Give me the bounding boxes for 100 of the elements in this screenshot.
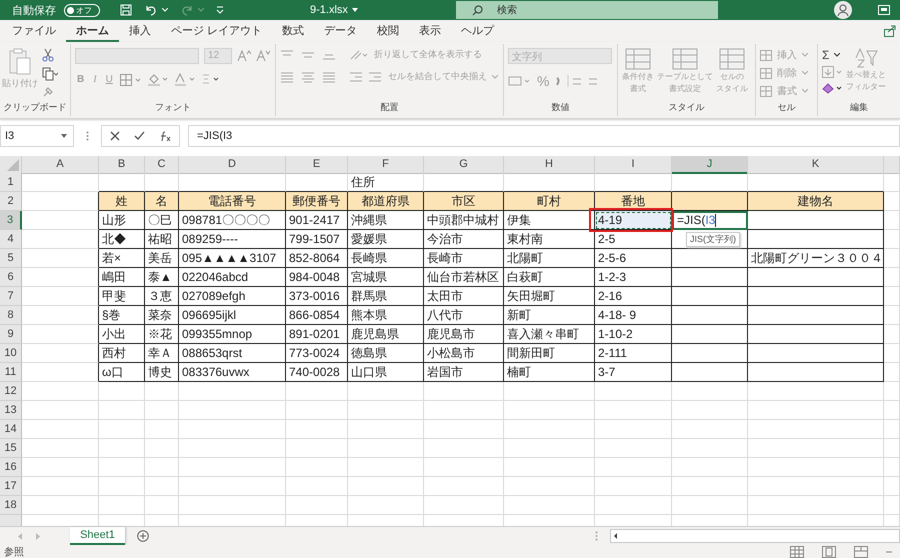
formula-field[interactable]: =JIS(I3 [188,125,900,147]
save-icon[interactable] [120,4,132,16]
table-cell: 博史 [145,363,179,382]
column-header[interactable]: E [286,156,348,174]
row-header[interactable]: 15 [0,439,22,458]
row-header[interactable]: 10 [0,344,22,363]
name-box[interactable]: I3 [0,125,74,147]
column-header[interactable] [884,156,900,174]
grid-cell[interactable] [748,363,884,382]
page-layout-icon[interactable] [822,546,836,558]
menu-tab[interactable]: ファイル [2,20,66,42]
menu-tab[interactable]: ヘルプ [451,20,504,42]
grid-cell[interactable] [22,306,99,325]
row-header[interactable]: 1 [0,173,22,192]
redo-icon[interactable] [180,4,194,16]
grid-cell[interactable] [748,287,884,306]
row-header[interactable]: 18 [0,496,22,515]
menu-tab[interactable]: 表示 [409,20,452,42]
grid-cell[interactable] [22,325,99,344]
select-all-icon[interactable] [7,159,19,171]
add-sheet-icon[interactable] [137,530,149,542]
column-header[interactable]: D [179,156,286,174]
column-header[interactable]: H [504,156,595,174]
insert-function-icon[interactable] [159,130,171,142]
grid-cell[interactable] [22,287,99,306]
column-header[interactable]: J [672,156,748,174]
caret-icon[interactable] [352,8,358,12]
more-icon[interactable] [86,131,89,141]
column-header[interactable]: A [22,156,99,174]
menu-tab[interactable]: 校閲 [367,20,410,42]
grid-cell[interactable] [748,306,884,325]
row-header[interactable]: 7 [0,287,22,306]
menu-tab[interactable]: ページ レイアウト [161,20,272,42]
grid-cell[interactable] [672,344,748,363]
grid-cell[interactable] [672,249,748,268]
table-cell: 白萩町 [504,268,595,287]
row-header[interactable]: 17 [0,477,22,496]
cancel-icon[interactable] [110,131,120,141]
autosave-toggle[interactable]: オフ [64,4,100,16]
enter-icon[interactable] [134,131,145,141]
row-header[interactable]: 14 [0,420,22,439]
table-cell: 北◆ [99,230,145,249]
grid-cell[interactable] [672,268,748,287]
more-icon[interactable] [595,531,598,541]
previous-sheet-icon[interactable] [18,532,23,540]
page-break-icon[interactable] [854,546,868,558]
row-header[interactable]: 3 [0,211,22,230]
grid-cell[interactable] [748,344,884,363]
grid-cell[interactable] [22,363,99,382]
grid-cell[interactable] [22,249,99,268]
table-cell: 岩国市 [424,363,504,382]
grid-cell[interactable] [748,211,884,230]
grid-cell[interactable] [22,268,99,287]
sheet-tab[interactable]: Sheet1 [70,527,125,545]
menu-tab[interactable]: データ [314,20,368,42]
grid-cell[interactable] [672,287,748,306]
row-header[interactable]: 9 [0,325,22,344]
table-cell: 088653qrst [179,344,286,363]
menu-tab[interactable]: 挿入 [119,20,161,42]
row-header[interactable]: 4 [0,230,22,249]
avatar-icon[interactable] [834,1,852,19]
grid-cell[interactable] [22,230,99,249]
grid-cell[interactable] [672,230,748,249]
column-header[interactable]: F [348,156,424,174]
cell-value: 4-19 [598,213,622,227]
customize-icon[interactable] [216,6,224,14]
row-header[interactable]: 8 [0,306,22,325]
column-header[interactable]: G [424,156,504,174]
undo-icon[interactable] [144,4,158,16]
row-header[interactable]: 6 [0,268,22,287]
row-header[interactable]: 2 [0,192,22,211]
grid-cell[interactable] [748,268,884,287]
column-header[interactable]: C [145,156,179,174]
next-sheet-icon[interactable] [35,532,40,540]
table-cell: 建物名 [748,192,884,211]
share-icon[interactable] [884,25,896,37]
normal-view-icon[interactable] [790,546,804,558]
grid-cell[interactable] [672,325,748,344]
row-header[interactable]: 13 [0,401,22,420]
table-cell: 799-1507 [286,230,348,249]
horizontal-scrollbar[interactable] [610,529,900,543]
column-header[interactable]: B [99,156,145,174]
grid-cell[interactable] [672,306,748,325]
grid-cell[interactable] [748,325,884,344]
row-header[interactable]: 16 [0,458,22,477]
row-header[interactable]: 5 [0,249,22,268]
column-header[interactable]: I [595,156,672,174]
row-header[interactable]: 11 [0,363,22,382]
ribbon-display-icon[interactable] [878,5,890,15]
grid-cell[interactable] [22,211,99,230]
grid-cell[interactable] [748,230,884,249]
column-header[interactable]: K [748,156,884,174]
row-header[interactable]: 12 [0,382,22,401]
grid-cell[interactable] [22,344,99,363]
menu-tab[interactable]: 数式 [272,20,314,42]
group-label: 配置 [380,101,400,114]
grid-cell[interactable] [672,363,748,382]
table-cell: 間新田町 [504,344,595,363]
file-name[interactable]: 9-1.xlsx [310,4,348,16]
search-field[interactable]: 検索 [456,1,718,19]
